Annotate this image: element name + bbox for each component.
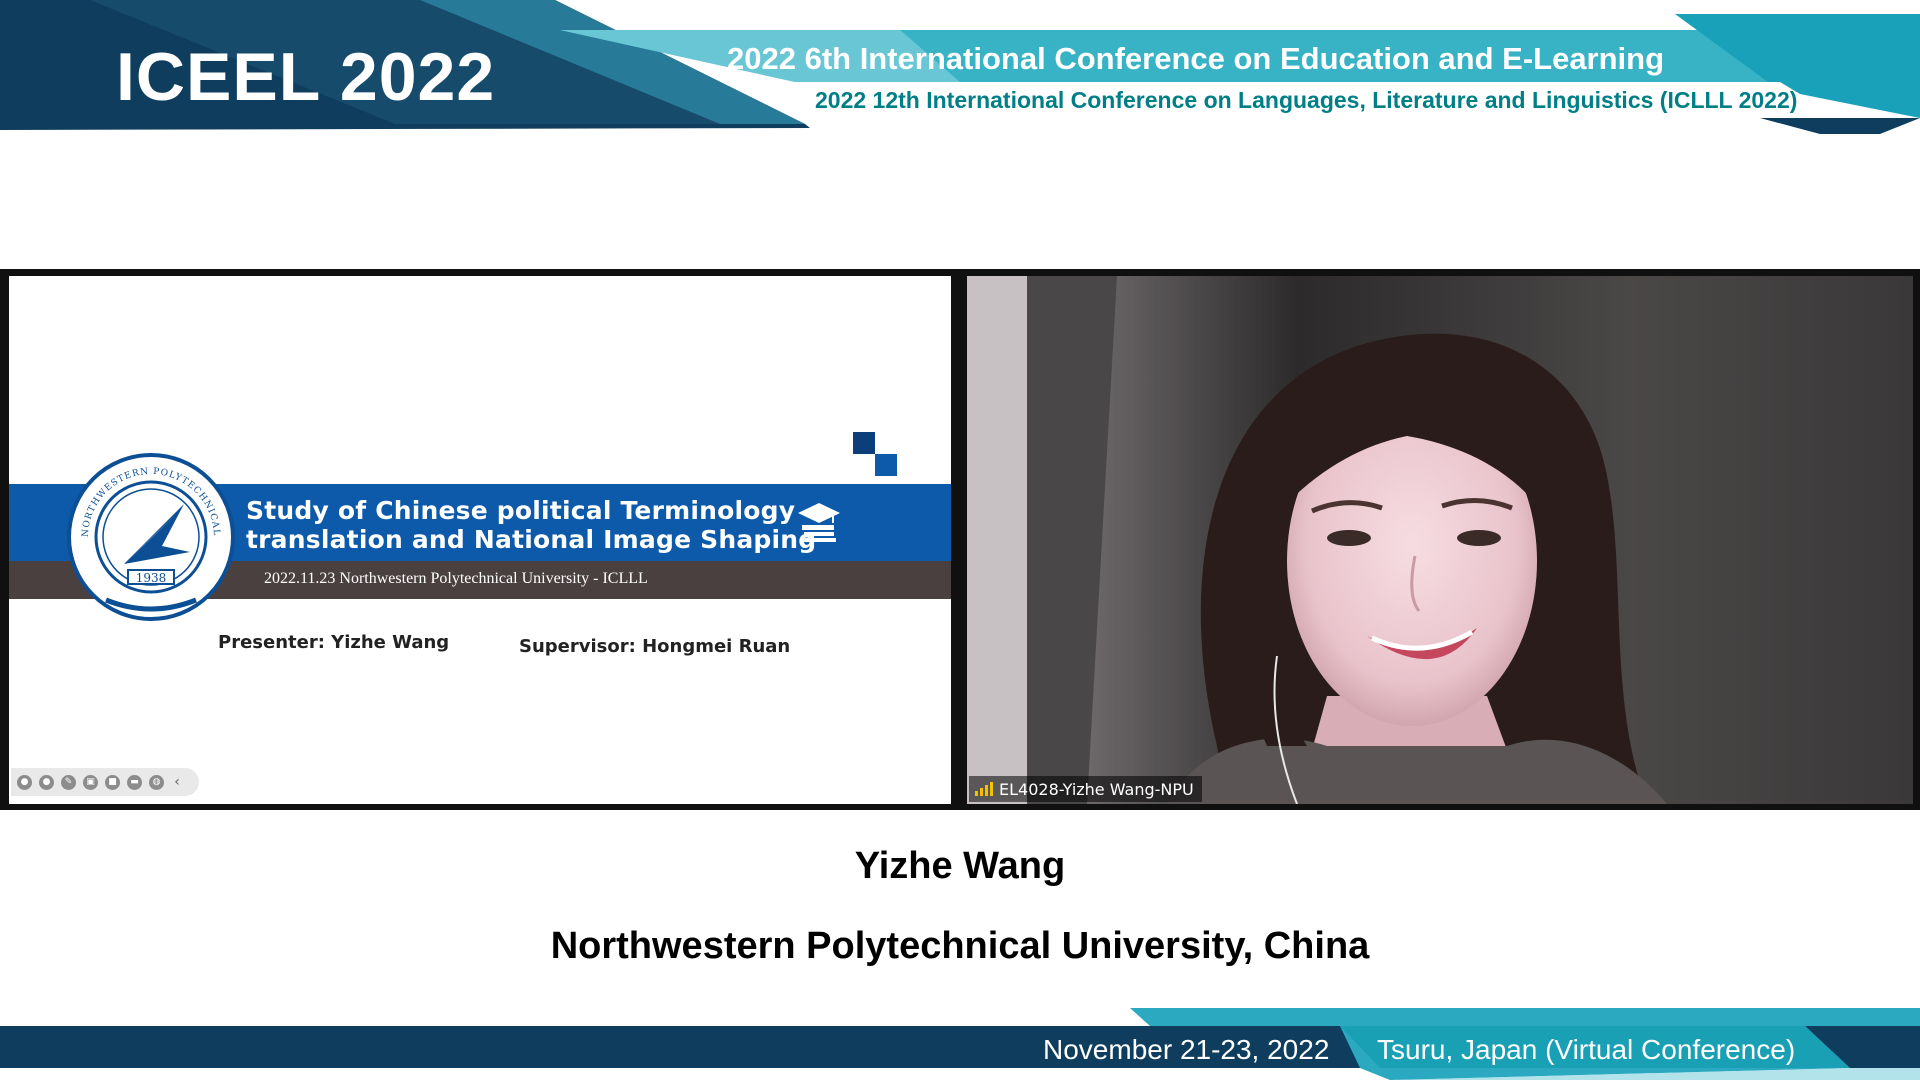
conference-header-banner: ICEEL 2022 2022 6th International Confer…: [0, 0, 1920, 135]
participant-name-label: EL4028-Yizhe Wang-NPU: [969, 776, 1202, 802]
meeting-video-strip: 1938 NORTHWESTERN POLYTECHNICAL UNIVERSI…: [0, 269, 1920, 810]
slide-title: Study of Chinese political Terminology t…: [246, 496, 817, 554]
slide-date-affiliation: 2022.11.23 Northwestern Polytechnical Un…: [264, 570, 648, 587]
pen-tool-icon[interactable]: ●: [39, 774, 54, 790]
participant-name: EL4028-Yizhe Wang-NPU: [999, 779, 1194, 799]
conference-title-primary: 2022 6th International Conference on Edu…: [727, 41, 1665, 76]
speaker-affiliation: Northwestern Polytechnical University, C…: [550, 925, 1370, 967]
collapse-icon[interactable]: ‹: [171, 775, 183, 790]
participant-video-feed: [967, 276, 1913, 804]
graduation-cap-icon: [798, 503, 840, 542]
conference-dates: November 21-23, 2022: [1043, 1034, 1330, 1065]
participant-video-tile[interactable]: EL4028-Yizhe Wang-NPU: [967, 276, 1913, 804]
conference-footer-banner: November 21-23, 2022 Tsuru, Japan (Virtu…: [0, 1008, 1920, 1080]
slide-title-line: translation and National Image Shaping: [246, 525, 817, 554]
speaker-name: Yizhe Wang: [854, 845, 1066, 887]
seal-year: 1938: [136, 571, 167, 585]
edit-icon[interactable]: ✎: [61, 774, 76, 790]
slide-supervisor-line: Supervisor: Hongmei Ruan: [519, 636, 791, 657]
signal-strength-icon: [975, 782, 993, 796]
shared-screen-slide[interactable]: 1938 NORTHWESTERN POLYTECHNICAL UNIVERSI…: [9, 276, 951, 804]
pointer-icon[interactable]: ●: [17, 774, 32, 790]
slide-decor-square: [875, 454, 897, 476]
slide-decor-square: [853, 432, 875, 454]
presentation-toolbar: ● ● ✎ ▣ ■ ▬ ◍ ‹: [11, 768, 199, 796]
conference-logo-text: ICEEL 2022: [116, 39, 496, 115]
university-seal-icon: 1938 NORTHWESTERN POLYTECHNICAL UNIVERSI…: [66, 452, 235, 621]
conference-title-secondary: 2022 12th International Conference on La…: [815, 87, 1798, 113]
chat-icon[interactable]: ▬: [127, 774, 142, 790]
screenshot-icon[interactable]: ▣: [83, 774, 98, 790]
conference-venue: Tsuru, Japan (Virtual Conference): [1377, 1034, 1796, 1065]
slide-presenter-line: Presenter: Yizhe Wang: [218, 632, 450, 653]
globe-icon[interactable]: ◍: [149, 774, 164, 790]
camera-icon[interactable]: ■: [105, 774, 120, 790]
slide-title-line: Study of Chinese political Terminology: [246, 496, 796, 525]
